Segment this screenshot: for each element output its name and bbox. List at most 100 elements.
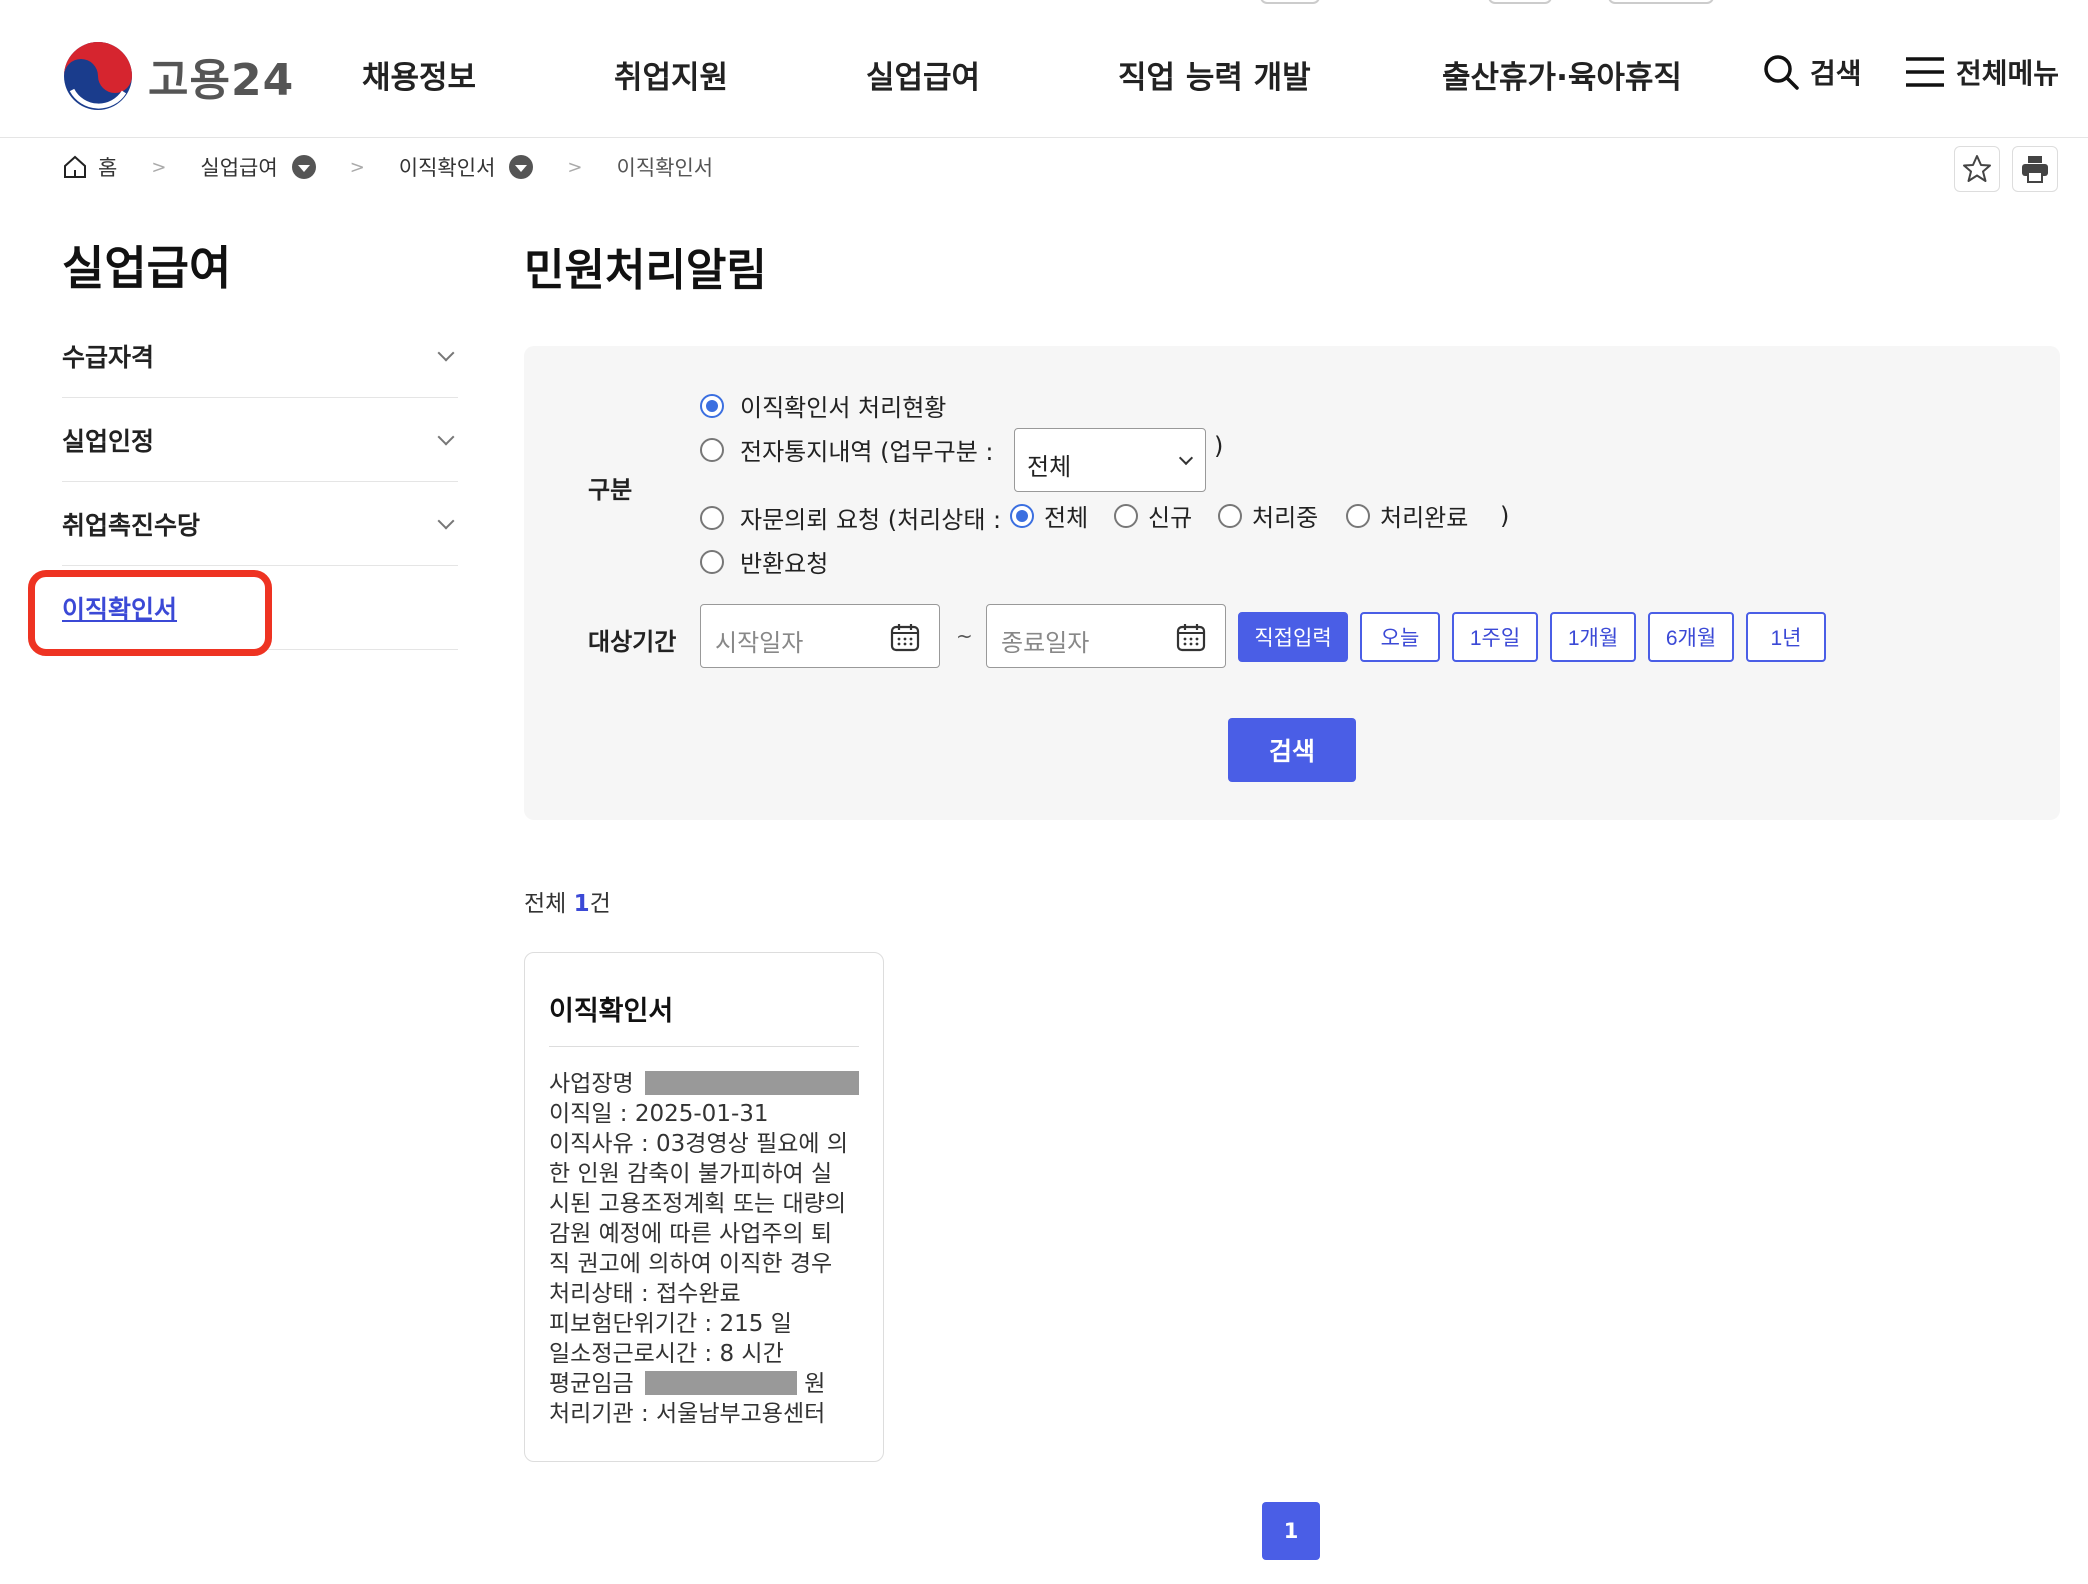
total-count: 1 <box>573 891 590 917</box>
period-button-6months[interactable]: 6개월 <box>1648 612 1734 662</box>
gnb-item-parental-leave[interactable]: 출산휴가·육아휴직 <box>1442 52 1682 97</box>
radio-button[interactable] <box>1114 503 1138 528</box>
card-leave-date: 이직일 : 2025-01-31 <box>549 1101 769 1127</box>
breadcrumb-separator-icon: > <box>349 156 365 178</box>
business-type-select[interactable]: 전체 <box>1014 428 1206 492</box>
sidebar-item-label: 수급자격 <box>62 342 155 372</box>
radio-button[interactable] <box>1346 503 1370 528</box>
search-submit-button[interactable]: 검색 <box>1228 718 1356 782</box>
period-button-manual[interactable]: 직접입력 <box>1238 612 1348 662</box>
end-date-placeholder: 종료일자 <box>1001 629 1090 657</box>
chevron-down-icon <box>437 344 455 361</box>
sidebar-item-label: 취업촉진수당 <box>62 510 201 540</box>
taegeuk-logo-icon <box>64 42 132 110</box>
bookmark-button[interactable] <box>1954 146 2000 192</box>
radio-label: 반환요청 <box>740 550 829 578</box>
breadcrumb-dropdown-icon[interactable] <box>509 155 534 179</box>
site-logo-text: 고용24 <box>148 55 295 106</box>
result-card[interactable]: 이직확인서 사업장명 이직일 : 2025-01-31 이직사유 : 03경영상… <box>524 952 884 1462</box>
calendar-icon[interactable] <box>1175 621 1207 653</box>
sidebar-title: 실업급여 <box>62 241 232 295</box>
breadcrumb-level1[interactable]: 실업급여 <box>200 152 277 182</box>
breadcrumb-dropdown-icon[interactable] <box>291 155 316 179</box>
gnb-item-employment-support[interactable]: 취업지원 <box>614 52 728 97</box>
header-search-button[interactable]: 검색 <box>1762 52 1862 92</box>
radio-button-checked[interactable] <box>1010 503 1034 528</box>
star-icon <box>1963 155 1991 182</box>
printer-icon <box>2022 156 2048 183</box>
paren-text: ) <box>1500 502 1510 530</box>
radio-button-checked[interactable] <box>700 393 724 418</box>
radio-button[interactable] <box>700 549 724 574</box>
radio-label: 이직확인서 처리현황 <box>740 394 947 422</box>
radio-button[interactable] <box>700 505 724 530</box>
breadcrumb: 홈 > 실업급여 > 이직확인서 > 이직확인서 <box>62 152 713 182</box>
breadcrumb-home[interactable]: 홈 <box>98 152 117 182</box>
pagination-current-page[interactable]: 1 <box>1262 1502 1320 1560</box>
card-insured-period: 피보험단위기간 : 215 일 <box>549 1311 792 1337</box>
card-reason-line: 감원 예정에 따른 사업주의 퇴 <box>549 1221 833 1247</box>
header-search-label: 검색 <box>1810 57 1862 90</box>
breadcrumb-separator-icon: > <box>151 156 167 178</box>
radio-status-new[interactable]: 신규 <box>1114 498 1192 533</box>
sidebar-item-unemployment-recognition[interactable]: 실업인정 <box>62 398 458 482</box>
radio-label: 신규 <box>1148 504 1193 532</box>
radio-status-processing[interactable]: 처리중 <box>1218 498 1318 533</box>
radio-label: 전자통지내역 (업무구분 : <box>740 438 994 466</box>
sidebar-item-reemployment-allowance[interactable]: 취업촉진수당 <box>62 482 458 566</box>
gnb-item-unemployment-benefit[interactable]: 실업급여 <box>866 52 980 97</box>
workplace-label: 사업장명 <box>549 1071 634 1097</box>
radio-return-request[interactable]: 반환요청 <box>700 544 828 579</box>
radio-separation-status[interactable]: 이직확인서 처리현황 <box>700 388 946 423</box>
period-button-1month[interactable]: 1개월 <box>1550 612 1636 662</box>
calendar-icon[interactable] <box>889 621 921 653</box>
page-title: 민원처리알림 <box>524 245 767 296</box>
sidebar-item-eligibility[interactable]: 수급자격 <box>62 314 458 398</box>
print-button[interactable] <box>2012 146 2058 192</box>
gnb-item-skills-development[interactable]: 직업 능력 개발 <box>1118 52 1311 97</box>
radio-advisory-request[interactable]: 자문의뢰 요청 (처리상태 : <box>700 500 1001 535</box>
radio-button[interactable] <box>700 437 724 462</box>
header-all-menu-button[interactable]: 전체메뉴 <box>1904 52 2059 92</box>
start-date-placeholder: 시작일자 <box>715 629 804 657</box>
card-reason-line: 이직사유 : 03경영상 필요에 의 <box>549 1131 849 1157</box>
paren-close: ) <box>1500 502 1509 530</box>
card-title: 이직확인서 <box>549 953 859 1047</box>
start-date-input[interactable]: 시작일자 <box>700 604 940 668</box>
sidebar-active-highlight-box <box>28 570 272 656</box>
radio-electronic-notice[interactable]: 전자통지내역 (업무구분 : <box>700 432 994 467</box>
breadcrumb-current: 이직확인서 <box>616 156 714 180</box>
redacted-wage <box>644 1371 797 1395</box>
radio-button[interactable] <box>1218 503 1242 528</box>
period-button-1year[interactable]: 1년 <box>1746 612 1826 662</box>
period-button-1week[interactable]: 1주일 <box>1452 612 1538 662</box>
site-header: 고용24 채용정보 취업지원 실업급여 직업 능력 개발 출산휴가·육아휴직 검… <box>0 0 2088 138</box>
breadcrumb-level2[interactable]: 이직확인서 <box>399 152 496 182</box>
top-tab-strip <box>1260 0 1720 4</box>
card-reason-line: 한 인원 감축이 불가피하여 실 <box>549 1161 833 1187</box>
card-wage-row: 평균임금 원 <box>549 1369 859 1399</box>
site-logo[interactable]: 고용24 <box>62 40 294 112</box>
card-reason-line: 직 권고에 의하여 이직한 경우 <box>549 1251 833 1277</box>
radio-label: 처리중 <box>1252 504 1319 532</box>
radio-status-all[interactable]: 전체 <box>1010 498 1088 533</box>
total-prefix: 전체 <box>524 891 567 917</box>
chevron-down-icon <box>437 428 455 445</box>
wage-unit: 원 <box>804 1371 826 1397</box>
type-label: 구분 <box>588 476 633 504</box>
wage-label: 평균임금 <box>549 1371 634 1397</box>
chevron-down-icon <box>437 512 455 529</box>
gnb-item-jobs[interactable]: 채용정보 <box>362 52 476 97</box>
card-workplace-row: 사업장명 <box>549 1069 859 1099</box>
date-range-tilde: ~ <box>956 624 973 648</box>
radio-label: 처리완료 <box>1380 504 1469 532</box>
search-icon <box>1764 55 1799 90</box>
search-panel: 구분 이직확인서 처리현황 전자통지내역 (업무구분 : 전체 ) 자문의뢰 요… <box>524 346 2060 820</box>
radio-status-complete[interactable]: 처리완료 <box>1346 498 1468 533</box>
card-work-hours: 일소정근로시간 : 8 시간 <box>549 1341 784 1367</box>
end-date-input[interactable]: 종료일자 <box>986 604 1226 668</box>
result-total: 전체 1건 <box>524 884 611 918</box>
period-button-today[interactable]: 오늘 <box>1360 612 1440 662</box>
period-label: 대상기간 <box>588 628 677 656</box>
total-suffix: 건 <box>589 891 611 917</box>
